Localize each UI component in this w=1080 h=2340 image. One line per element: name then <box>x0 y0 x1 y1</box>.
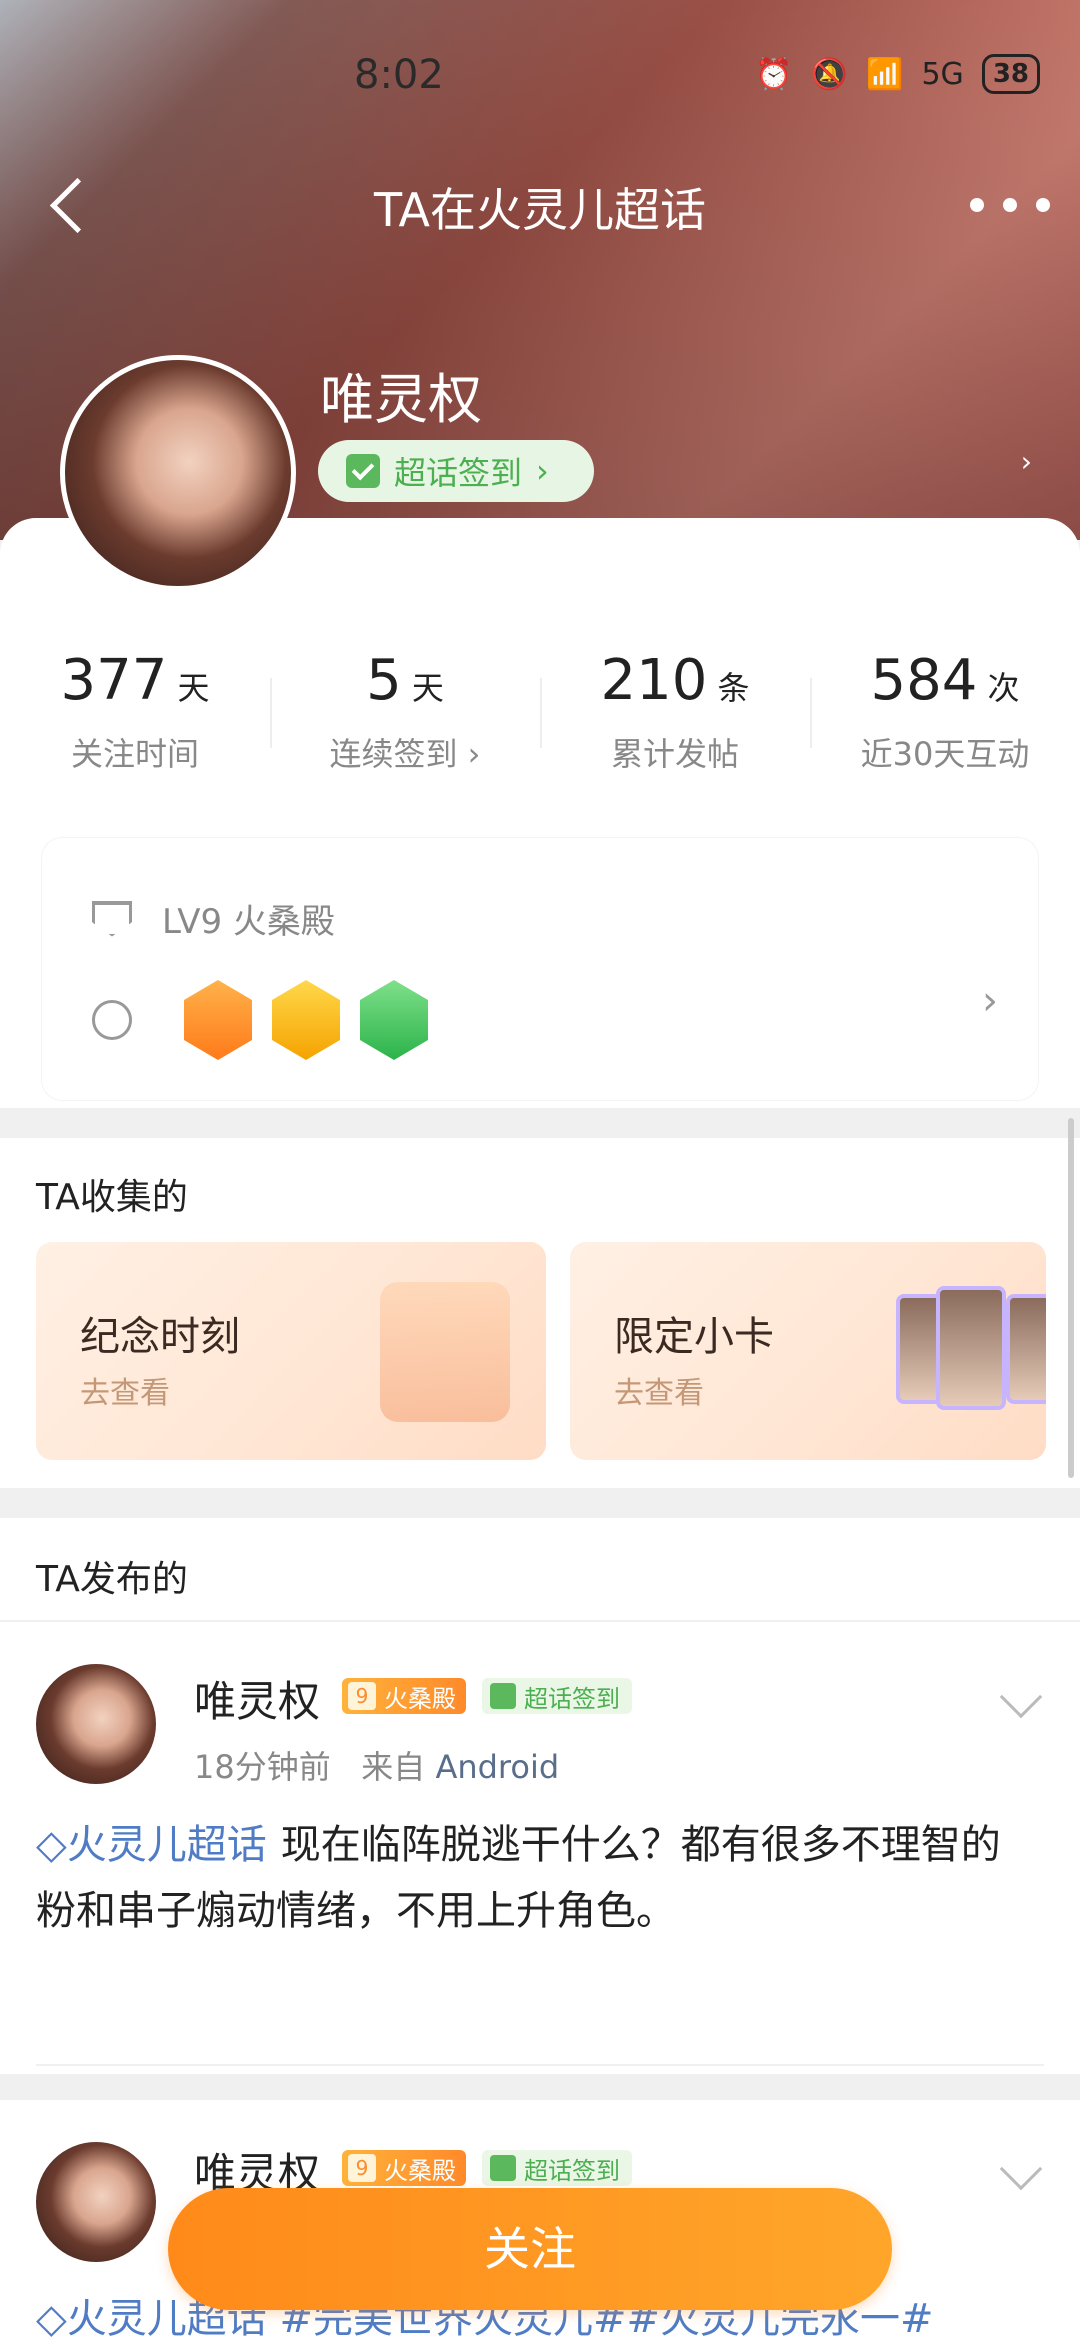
level-number: 9 <box>348 2154 376 2182</box>
page-title: TA在火灵儿超话 <box>374 183 706 237</box>
stats-row: 377 天 关注时间 5天 连续签到 › 210 条 累计发帖 584 次 近30天互… <box>0 648 1080 775</box>
post-author[interactable]: 唯灵权 <box>194 1668 320 1729</box>
chevron-right-icon[interactable]: › <box>982 978 998 1024</box>
top-nav: TA在火灵儿超话 <box>0 160 1080 250</box>
alarm-icon: ⏰ <box>755 56 793 92</box>
wifi-icon: 📶 <box>866 56 904 92</box>
check-icon <box>490 1683 516 1709</box>
battery-indicator: 38 <box>981 54 1040 94</box>
stat-follow-time: 377 天 关注时间 <box>0 648 270 775</box>
level-number: 9 <box>348 1682 376 1710</box>
avatar[interactable] <box>60 355 296 591</box>
checkin-label: 超话签到 <box>394 454 523 492</box>
mute-icon: 🔕 <box>810 56 849 92</box>
stat-unit: 天 <box>177 669 210 707</box>
stat-value: 584 <box>870 648 978 713</box>
profile-card: 377 天 关注时间 5天 连续签到 › 210 条 累计发帖 584 次 近30天互… <box>0 518 1080 1108</box>
more-options-icon[interactable] <box>970 180 1050 230</box>
profile-name: 唯灵权 <box>320 368 482 431</box>
chevron-right-icon: › <box>536 452 549 490</box>
card-stack-icon <box>896 1286 1046 1424</box>
posts-title: TA发布的 <box>36 1559 188 1600</box>
stat-value: 210 <box>600 648 708 713</box>
follow-button[interactable]: 关注 <box>168 2188 892 2310</box>
check-icon <box>346 454 380 488</box>
post-body[interactable]: ◇火灵儿超话 现在临阵脱逃干什么？都有很多不理智的粉和串子煽动情绪，不用上升角色。 <box>36 1812 1036 1944</box>
level-name: 火桑殿 <box>384 2156 456 2185</box>
collect-section: TA收集的 纪念时刻 去查看 限定小卡 去查看 <box>0 1118 1080 1488</box>
stat-value: 5 <box>366 648 402 713</box>
stat-label: 关注时间 <box>70 735 199 773</box>
post-meta: 18分钟前 来自 Android <box>194 1742 559 1788</box>
stat-value: 377 <box>60 648 168 713</box>
chevron-down-icon[interactable] <box>999 2147 1043 2191</box>
stat-checkin-streak[interactable]: 5天 连续签到 › <box>270 648 540 775</box>
post-avatar[interactable] <box>36 1664 156 1784</box>
chevron-down-icon[interactable] <box>999 1675 1043 1719</box>
collect-card-sub: 去查看 <box>80 1376 170 1411</box>
shield-icon <box>92 900 132 937</box>
checkin-button[interactable]: 超话签到 › <box>318 440 594 502</box>
topic-link[interactable]: ◇火灵儿超话 <box>36 1822 267 1868</box>
badge-row <box>92 980 428 1060</box>
stat-unit: 条 <box>717 669 750 707</box>
stat-label: 累计发帖 <box>610 735 739 773</box>
stat-unit: 次 <box>987 669 1020 707</box>
post-avatar[interactable] <box>36 2142 156 2262</box>
scrollbar[interactable] <box>1068 1118 1074 1478</box>
stat-unit: 天 <box>411 669 444 707</box>
post-card[interactable]: 唯灵权 9 火桑殿 超话签到 18分钟前 来自 Android ◇火灵儿超话 现在… <box>0 1622 1080 2146</box>
checkin-tag: 超话签到 <box>482 2150 632 2186</box>
checkin-tag-label: 超话签到 <box>524 2156 620 2185</box>
medal-icon <box>92 1000 132 1040</box>
badge-hi-icon <box>272 980 340 1060</box>
stat-label: 近30天互动 <box>860 735 1030 773</box>
level-name: 火桑殿 <box>384 1684 456 1713</box>
collect-title: TA收集的 <box>36 1177 188 1218</box>
checkin-tag: 超话签到 <box>482 1678 632 1714</box>
level-tag: 9 火桑殿 <box>342 2150 466 2186</box>
status-icons: ⏰ 🔕 📶 5G 38 <box>755 54 1040 94</box>
stat-label: 连续签到 › <box>329 735 481 773</box>
level-text: LV9 火桑殿 <box>162 902 335 942</box>
post-time: 18分钟前 <box>194 1748 331 1786</box>
badge-wave-icon <box>360 980 428 1060</box>
calendar-icon <box>380 1282 510 1422</box>
collect-card-title: 纪念时刻 <box>80 1314 240 1360</box>
collect-card-sub: 去查看 <box>614 1376 704 1411</box>
level-row: LV9 火桑殿 <box>92 894 335 943</box>
stat-interactions: 584 次 近30天互动 <box>810 648 1080 775</box>
level-badges-panel[interactable]: LV9 火桑殿 › <box>42 838 1038 1100</box>
topic-text: 火灵儿超话 <box>66 1822 267 1868</box>
stat-posts: 210 条 累计发帖 <box>540 648 810 775</box>
collect-card-title: 限定小卡 <box>614 1314 774 1360</box>
checkin-tag-label: 超话签到 <box>524 1684 620 1713</box>
collect-card-limited[interactable]: 限定小卡 去查看 <box>570 1242 1046 1460</box>
post-source: Android <box>435 1748 560 1786</box>
status-bar: 8:02 ⏰ 🔕 📶 5G 38 <box>0 40 1080 120</box>
header-chevron-right-icon[interactable]: › <box>1021 445 1032 478</box>
check-icon <box>490 2155 516 2181</box>
badge-lv9-icon <box>184 980 252 1060</box>
signal-label: 5G <box>921 56 964 92</box>
post-source-prefix: 来自 <box>361 1748 426 1786</box>
status-time: 8:02 <box>354 52 444 98</box>
posts-header: TA发布的 <box>0 1518 1080 1622</box>
collect-card-memorial[interactable]: 纪念时刻 去查看 <box>36 1242 546 1460</box>
level-tag: 9 火桑殿 <box>342 1678 466 1714</box>
posts-section: TA发布的 唯灵权 9 火桑殿 超话签到 18分钟前 来自 Android ◇火… <box>0 1518 1080 2146</box>
